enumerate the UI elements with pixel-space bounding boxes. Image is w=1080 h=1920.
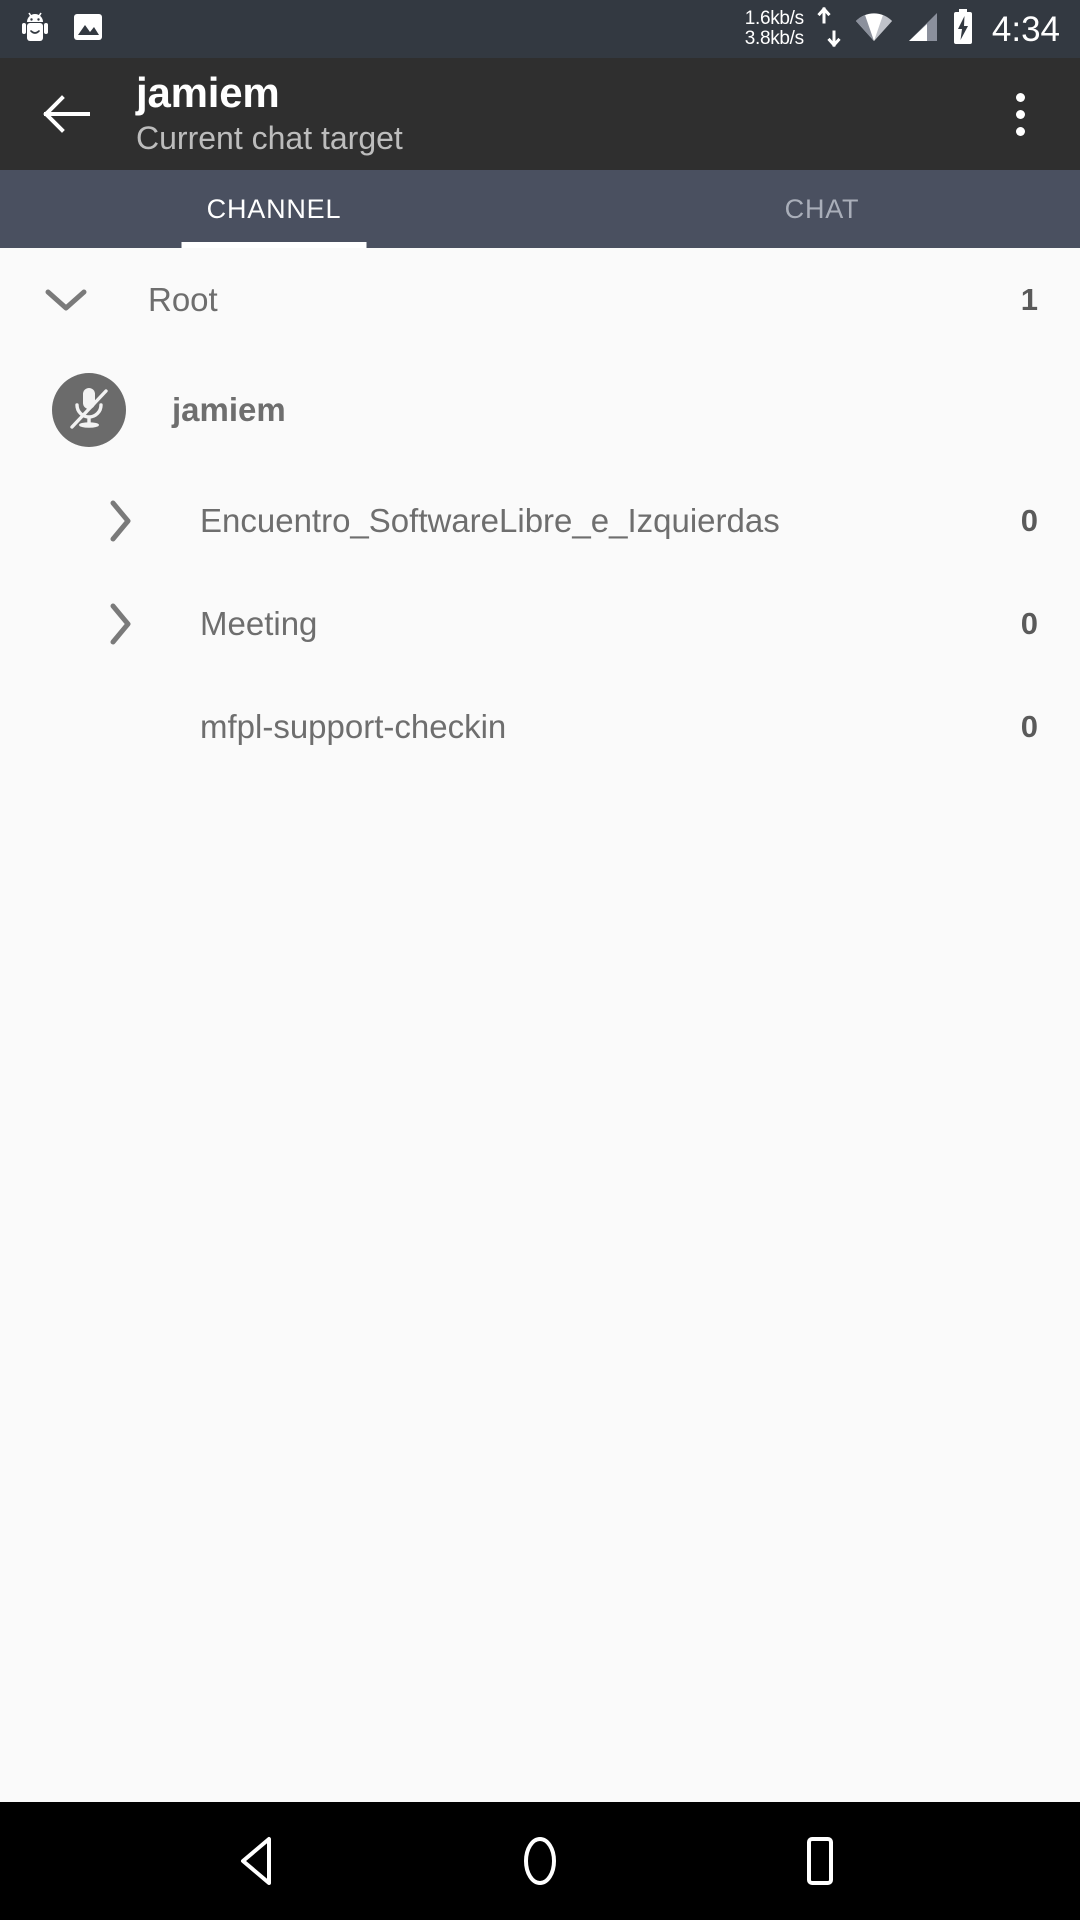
list-item-channel[interactable]: Encuentro_SoftwareLibre_e_Izquierdas 0 (0, 469, 1080, 572)
user-name: jamiem (172, 391, 286, 428)
overflow-dot (1015, 109, 1025, 119)
tab-chat[interactable]: CHAT (548, 170, 1080, 248)
cell-signal-icon (906, 11, 940, 48)
list-item-user[interactable]: jamiem (0, 351, 1080, 469)
android-screen: 1.6kb/s 3.8kb/s 4:34 jamiem Current chat… (0, 0, 1080, 1920)
network-upload-speed: 1.6kb/s (744, 8, 804, 30)
list-item-root[interactable]: Root 1 (0, 248, 1080, 351)
nav-back-icon[interactable] (205, 1806, 315, 1916)
channel-count: 0 (1020, 502, 1038, 538)
network-transfer-arrows-icon (816, 6, 842, 53)
channel-label: mfpl-support-checkin (200, 707, 507, 745)
tab-bar: CHANNEL CHAT (0, 170, 1080, 248)
nav-recents-icon[interactable] (765, 1806, 875, 1916)
channel-count: 0 (1020, 708, 1038, 744)
status-bar-right-icons: 1.6kb/s 3.8kb/s 4:34 (745, 6, 1060, 53)
root-label: Root (148, 280, 218, 318)
avatar (52, 373, 126, 447)
channel-count: 0 (1020, 605, 1038, 641)
battery-charging-icon (952, 8, 974, 50)
overflow-menu-button[interactable] (988, 78, 1052, 150)
network-download-speed: 3.8kb/s (744, 28, 804, 49)
status-bar-clock: 4:34 (991, 9, 1060, 49)
nav-home-icon[interactable] (485, 1806, 595, 1916)
status-bar-left-icons (20, 10, 104, 49)
android-debug-icon (20, 10, 50, 49)
tab-channel-label: CHANNEL (206, 193, 342, 224)
app-bar: jamiem Current chat target (0, 58, 1080, 170)
root-count: 1 (1020, 281, 1038, 317)
gallery-icon (72, 11, 104, 48)
app-bar-titles: jamiem Current chat target (136, 70, 988, 157)
wifi-icon (854, 11, 894, 48)
system-navigation-bar (0, 1802, 1080, 1920)
chevron-right-icon[interactable] (96, 600, 144, 648)
overflow-dot (1015, 126, 1025, 136)
back-button[interactable] (34, 82, 98, 146)
page-title: jamiem (136, 69, 280, 117)
channel-label: Meeting (200, 604, 318, 642)
channel-label: Encuentro_SoftwareLibre_e_Izquierdas (200, 501, 780, 539)
chevron-right-icon[interactable] (96, 497, 144, 545)
microphone-muted-icon (66, 383, 112, 438)
tab-channel[interactable]: CHANNEL (0, 170, 548, 248)
channel-list: Root 1 jamiem Encuentro_SoftwareLibre_e_… (0, 248, 1080, 1802)
chevron-down-icon[interactable] (42, 276, 90, 324)
network-speed: 1.6kb/s 3.8kb/s (745, 9, 804, 49)
list-item-channel[interactable]: Meeting 0 (0, 572, 1080, 675)
tab-chat-label: CHAT (784, 193, 860, 224)
status-bar: 1.6kb/s 3.8kb/s 4:34 (0, 0, 1080, 58)
page-subtitle: Current chat target (136, 119, 403, 156)
list-item-channel[interactable]: mfpl-support-checkin 0 (0, 675, 1080, 778)
overflow-dot (1015, 92, 1025, 102)
